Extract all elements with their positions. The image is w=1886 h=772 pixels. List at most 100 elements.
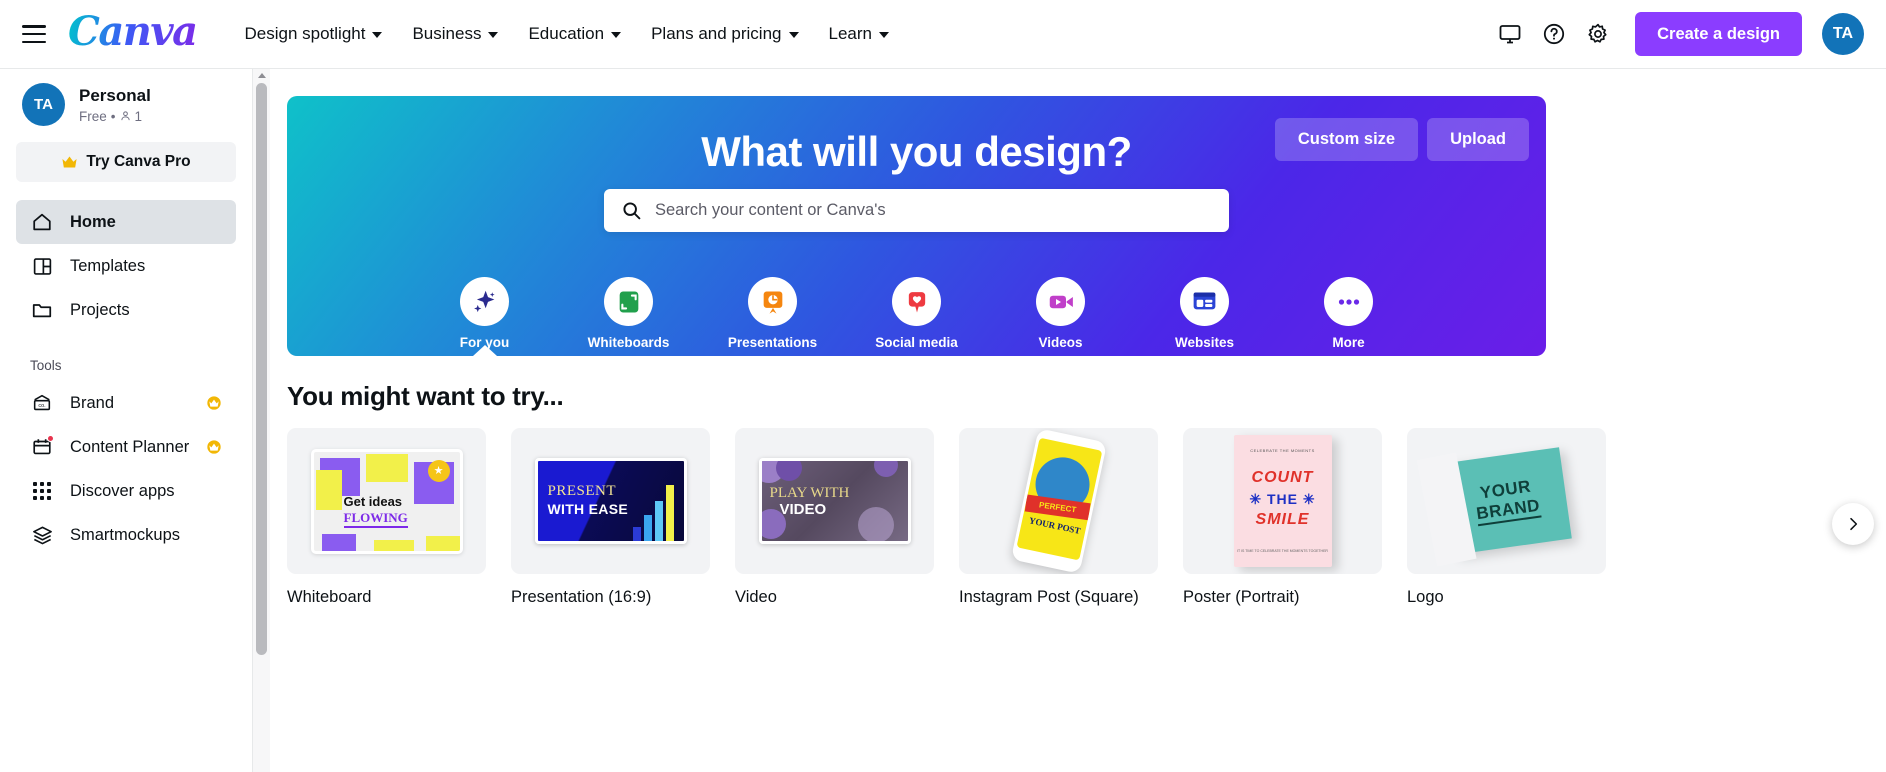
logo-thumb: YOUR BRAND <box>1416 447 1572 567</box>
card-label: Video <box>735 588 777 606</box>
thumb-text: SMILE <box>1255 511 1310 528</box>
category-websites[interactable]: Websites <box>1160 277 1250 350</box>
chevron-down-icon <box>372 32 383 38</box>
nav-item-design-spotlight[interactable]: Design spotlight <box>231 15 397 53</box>
category-tabs: For you Whiteboards Presentations Social… <box>287 277 1546 356</box>
canva-logo[interactable]: Canva <box>68 12 198 56</box>
chevron-down-icon <box>878 32 889 38</box>
sidebar-item-label: Smartmockups <box>70 525 181 544</box>
presentation-icon <box>748 277 797 326</box>
category-social-media[interactable]: Social media <box>872 277 962 350</box>
search-bar[interactable] <box>604 189 1229 232</box>
notification-dot <box>47 435 54 442</box>
tools-heading: Tools <box>30 358 62 373</box>
search-input[interactable] <box>655 201 1212 220</box>
try-canva-pro-button[interactable]: Try Canva Pro <box>16 142 236 182</box>
home-icon <box>30 210 54 234</box>
scrollbar-thumb[interactable] <box>256 83 267 655</box>
template-card-presentation[interactable]: PRESENT WITH EASE Presentation (16:9) <box>511 428 710 607</box>
sparkle-icon <box>460 277 509 326</box>
card-label: Logo <box>1407 588 1444 606</box>
sidebar-item-templates[interactable]: Templates <box>16 244 236 288</box>
thumb-text: CELEBRATE THE MOMENTS <box>1250 448 1315 453</box>
chevron-right-icon <box>1850 517 1858 531</box>
sidebar-item-smartmockups[interactable]: Smartmockups <box>16 513 236 557</box>
card-thumbnail: PRESENT WITH EASE <box>511 428 710 574</box>
card-thumbnail: PERFECT YOUR POST <box>959 428 1158 574</box>
presentation-thumb: PRESENT WITH EASE <box>534 458 687 544</box>
poster-thumb: CELEBRATE THE MOMENTS COUNT ✳ THE ✳ SMIL… <box>1233 435 1332 567</box>
crown-icon <box>62 155 77 167</box>
card-label: Instagram Post (Square) <box>959 588 1139 606</box>
top-header: Canva Design spotlight Business Educatio… <box>0 0 1886 69</box>
thumb-text: VIDEO <box>779 501 827 518</box>
category-label: For you <box>459 335 510 350</box>
category-presentations[interactable]: Presentations <box>728 277 818 350</box>
meta-separator: • <box>110 108 116 124</box>
thumb-text: IT IS TIME TO CELEBRATE THE MOMENTS TOGE… <box>1237 549 1328 554</box>
settings-gear-icon[interactable] <box>1578 14 1618 54</box>
category-whiteboards[interactable]: Whiteboards <box>584 277 674 350</box>
pro-button-label: Try Canva Pro <box>86 153 191 170</box>
header-actions: Create a design TA <box>1490 12 1886 56</box>
account-switcher[interactable]: TA Personal Free • 1 <box>16 69 236 138</box>
sidebar-item-home[interactable]: Home <box>16 200 236 244</box>
phone-screen: PERFECT YOUR POST <box>1015 437 1102 561</box>
template-card-poster[interactable]: CELEBRATE THE MOMENTS COUNT ✳ THE ✳ SMIL… <box>1183 428 1382 607</box>
card-label: Whiteboard <box>287 588 372 606</box>
sidebar-item-discover-apps[interactable]: Discover apps <box>16 469 236 513</box>
sidebar-item-brand[interactable]: co. Brand <box>16 381 236 425</box>
nav-item-business[interactable]: Business <box>398 15 512 53</box>
crown-icon <box>207 396 221 410</box>
sidebar-item-label: Home <box>70 212 116 231</box>
member-count: 1 <box>134 108 143 124</box>
category-label: Social media <box>875 335 958 350</box>
nav-label: Learn <box>828 24 872 43</box>
account-meta: Free • 1 <box>79 109 151 124</box>
category-for-you[interactable]: For you <box>440 277 530 350</box>
page-scrollbar[interactable] <box>252 69 270 772</box>
upload-button[interactable]: Upload <box>1427 118 1529 161</box>
scroll-up-arrow-icon[interactable] <box>257 73 266 78</box>
main-content: What will you design? Custom size Upload <box>270 69 1886 772</box>
nav-label: Education <box>528 24 605 43</box>
carousel-next-button[interactable] <box>1832 503 1874 545</box>
sidebar-item-label: Discover apps <box>70 481 175 500</box>
sidebar-item-label: Projects <box>70 300 130 319</box>
category-label: Presentations <box>727 335 818 350</box>
template-card-video[interactable]: PLAY WITH VIDEO Video <box>735 428 934 607</box>
sidebar-nav: Home Templates Projects <box>16 200 236 332</box>
desktop-app-icon[interactable] <box>1490 14 1530 54</box>
category-videos[interactable]: Videos <box>1016 277 1106 350</box>
card-label: Presentation (16:9) <box>511 588 652 606</box>
template-card-whiteboard[interactable]: ★ Get ideas FLOWING Whiteboard <box>287 428 486 607</box>
brand-icon: co. <box>30 391 54 415</box>
category-more[interactable]: More <box>1304 277 1394 350</box>
sidebar-item-content-planner[interactable]: Content Planner <box>16 425 236 469</box>
custom-size-button[interactable]: Custom size <box>1274 118 1419 161</box>
layers-icon <box>30 523 54 547</box>
nav-item-education[interactable]: Education <box>514 15 635 53</box>
help-icon[interactable] <box>1534 14 1574 54</box>
create-a-design-button[interactable]: Create a design <box>1635 12 1802 56</box>
template-card-logo[interactable]: YOUR BRAND Logo <box>1407 428 1606 607</box>
account-plan: Free <box>79 108 107 124</box>
template-card-instagram-post[interactable]: PERFECT YOUR POST Instagram Post (Square… <box>959 428 1158 607</box>
sidebar: TA Personal Free • 1 Try Canva Pro Home … <box>0 69 252 772</box>
nav-item-learn[interactable]: Learn <box>815 15 903 53</box>
calendar-icon <box>30 435 54 459</box>
crown-icon <box>207 440 221 454</box>
sidebar-item-projects[interactable]: Projects <box>16 288 236 332</box>
nav-item-plans-and-pricing[interactable]: Plans and pricing <box>637 15 812 53</box>
nav-label: Design spotlight <box>244 24 366 43</box>
main-nav: Design spotlight Business Education Plan… <box>231 15 903 53</box>
badge-seal-icon: ★ <box>427 459 450 482</box>
nav-label: Business <box>412 24 482 43</box>
template-card-row: ★ Get ideas FLOWING Whiteboard PRESENT W… <box>287 428 1606 607</box>
category-label: Websites <box>1174 335 1235 350</box>
card-thumbnail: ★ Get ideas FLOWING <box>287 428 486 574</box>
account-name: Personal <box>79 86 151 106</box>
user-avatar[interactable]: TA <box>1822 13 1864 55</box>
thumb-text: FLOWING <box>343 510 408 528</box>
hamburger-icon[interactable] <box>22 25 46 43</box>
